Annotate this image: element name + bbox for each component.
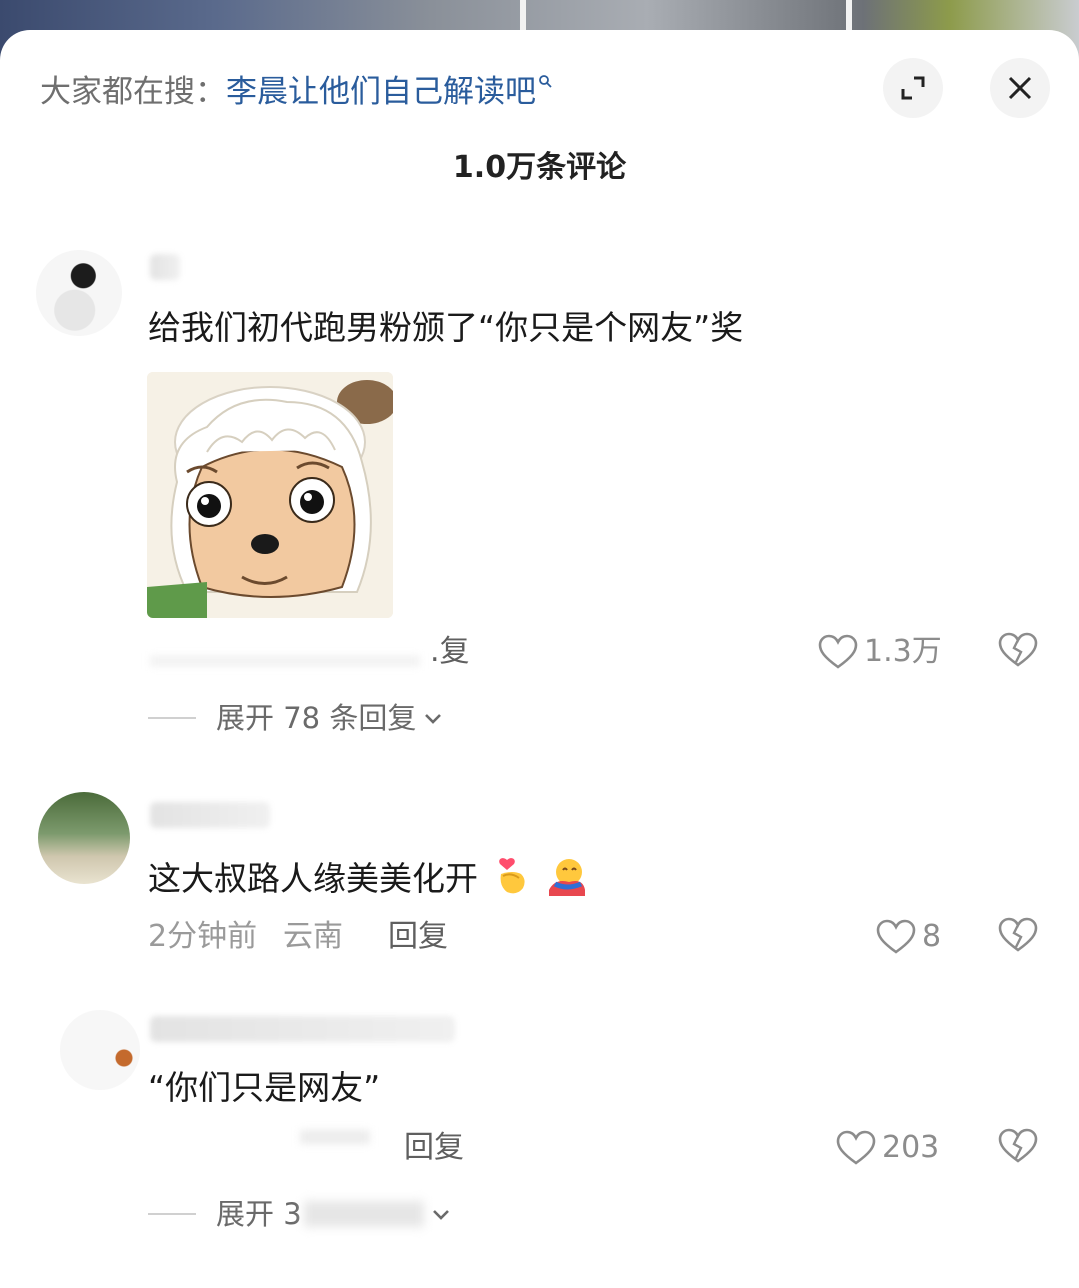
comment-time: 2分钟前 [148, 919, 258, 954]
dislike-button[interactable] [998, 1128, 1038, 1168]
close-button[interactable] [990, 58, 1050, 118]
heart-icon [836, 1130, 876, 1165]
cartoon-sheep-sticker[interactable] [147, 372, 393, 618]
chevron-down-icon [425, 714, 442, 724]
hugging-face-emoji [549, 859, 585, 896]
like-count: 1.3万 [864, 634, 942, 669]
username[interactable] [150, 254, 180, 280]
blurred-text [303, 1201, 424, 1227]
divider-dash [148, 717, 196, 719]
broken-heart-icon [998, 1128, 1038, 1163]
chevron-down-icon [432, 1210, 449, 1220]
divider-dash [148, 1213, 196, 1215]
video-track-line [846, 0, 852, 30]
expand-replies-label: 展开 3 [216, 1197, 302, 1231]
close-icon [1008, 76, 1032, 100]
blurred-meta [150, 656, 420, 666]
search-suggestion[interactable]: 大家都在搜：李晨让他们自己解读吧 [40, 72, 552, 112]
search-icon [539, 75, 552, 88]
expand-replies-button[interactable]: 展开 3 [148, 1194, 452, 1234]
expand-button[interactable] [883, 58, 943, 118]
avatar[interactable] [38, 792, 130, 884]
broken-heart-icon [998, 917, 1038, 952]
comment-text-content: 这大叔路人缘美美化开 [148, 859, 478, 898]
comment-location: 云南 [283, 919, 343, 954]
username[interactable] [150, 1016, 455, 1042]
broken-heart-icon [998, 632, 1038, 667]
search-prefix: 大家都在搜： [40, 74, 226, 110]
like-button[interactable]: 8 [876, 917, 941, 957]
reply-button[interactable]: 回复 [404, 1128, 464, 1168]
heart-icon [876, 919, 916, 954]
dislike-button[interactable] [998, 917, 1038, 957]
sheep-face-image [147, 372, 393, 618]
comment-text: 这大叔路人缘美美化开 [148, 856, 587, 901]
like-button[interactable]: 1.3万 [818, 632, 942, 672]
like-count: 8 [922, 919, 942, 954]
video-track-line [520, 0, 526, 30]
search-term-link[interactable]: 李晨让他们自己解读吧 [226, 74, 536, 110]
comment-text: “你们只是网友” [148, 1068, 381, 1107]
expand-icon [901, 76, 925, 100]
avatar[interactable] [60, 1010, 140, 1090]
avatar[interactable] [36, 250, 122, 336]
expand-replies-label: 展开 78 条回复 [216, 701, 417, 735]
dislike-button[interactable] [998, 632, 1038, 672]
like-count: 203 [882, 1130, 940, 1165]
comments-sheet: 大家都在搜：李晨让他们自己解读吧 1.0万条评论 给我们初代跑男粉颁了“你只是个… [0, 30, 1079, 1288]
username[interactable] [150, 802, 270, 828]
comment-text: 给我们初代跑男粉颁了“你只是个网友”奖 [148, 308, 744, 347]
comment-count: 1.0万条评论 [452, 150, 627, 185]
reply-button[interactable]: 回复 [388, 917, 448, 957]
finger-heart-emoji [498, 858, 525, 894]
expand-replies-button[interactable]: 展开 78 条回复 [148, 698, 444, 738]
blurred-meta [300, 1130, 370, 1144]
like-button[interactable]: 203 [836, 1128, 939, 1168]
heart-icon [818, 634, 858, 669]
reply-button[interactable]: .复 [430, 632, 470, 672]
